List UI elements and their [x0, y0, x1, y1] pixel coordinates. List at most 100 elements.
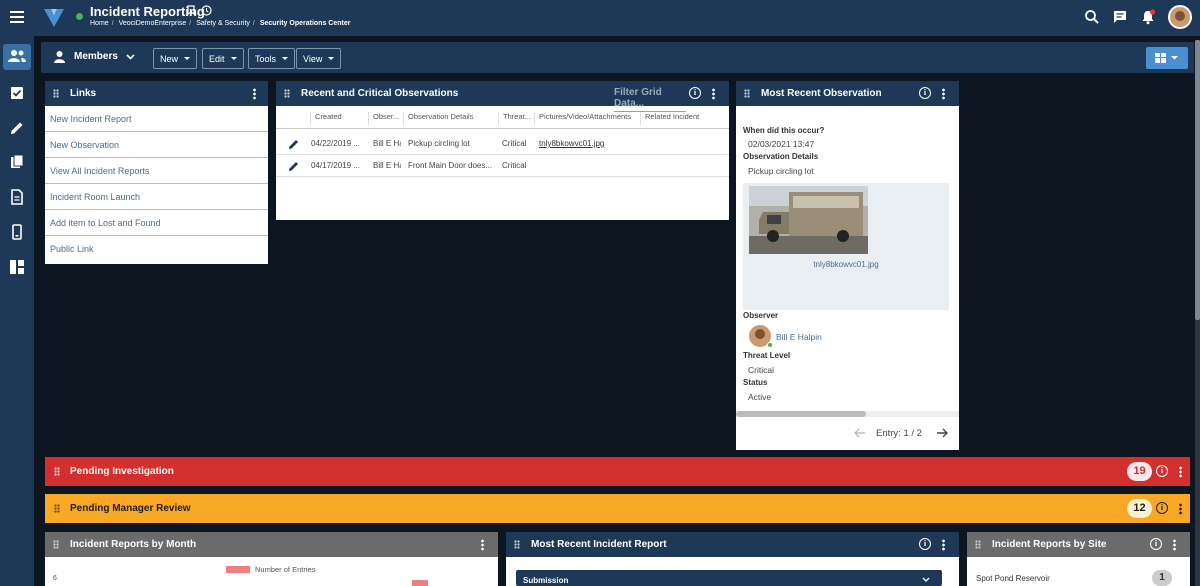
- edit-pencil-icon[interactable]: [288, 138, 300, 150]
- more-vert-icon[interactable]: [481, 539, 484, 551]
- submission-section-header[interactable]: Submission: [516, 570, 942, 586]
- table-row[interactable]: 04/17/2019 ... Bill E Ha Front Main Door…: [276, 155, 729, 177]
- layout-toggle-button[interactable]: [1146, 47, 1188, 69]
- edit-pencil-icon[interactable]: [288, 160, 300, 172]
- attachment-caption[interactable]: tnly8bkowvc01.jpg: [743, 260, 949, 269]
- column-header-related[interactable]: Related Incident: [640, 112, 720, 125]
- threat-value: Critical: [748, 365, 774, 375]
- observer-name-link[interactable]: Bill E Halpin: [776, 332, 822, 342]
- chat-icon[interactable]: [1112, 9, 1128, 25]
- reports-by-month-panel: Incident Reports by Month Number of Entr…: [45, 532, 498, 586]
- caret-down-icon: [282, 57, 289, 60]
- user-avatar[interactable]: [1168, 5, 1192, 29]
- breadcrumb-home[interactable]: Home: [90, 20, 109, 27]
- breadcrumb-enterprise[interactable]: VeociDemoEnterprise: [119, 20, 187, 27]
- pending-review-count: 12: [1127, 499, 1152, 518]
- link-new-incident-report[interactable]: New Incident Report: [45, 106, 268, 132]
- table-row[interactable]: 04/22/2019 ... Bill E Ha Pickup circling…: [276, 133, 729, 155]
- reports-by-site-panel: Incident Reports by Site i Spot Pond Res…: [967, 532, 1190, 586]
- column-header-details[interactable]: Observation Details: [403, 112, 499, 125]
- arrow-right-icon[interactable]: [936, 428, 948, 438]
- column-header-created[interactable]: Created: [310, 112, 370, 125]
- more-vert-icon[interactable]: [942, 539, 945, 551]
- threat-label: Threat Level: [743, 351, 791, 360]
- documents-icon[interactable]: [8, 153, 26, 171]
- online-dot: [767, 342, 773, 348]
- info-icon[interactable]: i: [689, 87, 701, 99]
- link-view-all-incident-reports[interactable]: View All Incident Reports: [45, 158, 268, 184]
- info-icon[interactable]: i: [919, 87, 931, 99]
- column-header-threat[interactable]: Threat...: [498, 112, 534, 125]
- drag-handle-icon[interactable]: [53, 89, 59, 98]
- page-scrollbar-thumb[interactable]: [1195, 40, 1200, 320]
- more-vert-icon[interactable]: [942, 88, 945, 100]
- tools-menu-button[interactable]: Tools: [248, 48, 296, 69]
- form-icon[interactable]: [8, 188, 26, 206]
- scrollbar-thumb[interactable]: [736, 411, 866, 417]
- submission-label: Submission: [523, 576, 569, 585]
- bookmark-icon[interactable]: [187, 5, 195, 16]
- arrow-left-icon[interactable]: [854, 428, 866, 438]
- links-panel: Links New Incident Report New Observatio…: [45, 81, 268, 264]
- column-header-observer[interactable]: Obser...: [368, 112, 402, 125]
- drag-handle-icon[interactable]: [54, 467, 60, 476]
- more-vert-icon[interactable]: [712, 88, 715, 100]
- horizontal-scrollbar[interactable]: [736, 411, 959, 417]
- drag-handle-icon[interactable]: [514, 540, 520, 549]
- drag-handle-icon[interactable]: [975, 540, 981, 549]
- recent-observation-title: Most Recent Observation: [761, 88, 882, 99]
- members-dropdown[interactable]: Members: [53, 50, 135, 63]
- recent-incident-panel: Most Recent Incident Report i Submission: [506, 532, 959, 586]
- breadcrumb-safety[interactable]: Safety & Security: [196, 20, 250, 27]
- mobile-icon[interactable]: [8, 223, 26, 241]
- view-menu-button[interactable]: View: [296, 48, 342, 69]
- edit-icon[interactable]: [8, 119, 26, 137]
- page-scrollbar[interactable]: [1195, 40, 1200, 586]
- pending-review-strip[interactable]: Pending Manager Review 12 i: [45, 494, 1190, 523]
- more-vert-icon[interactable]: [1173, 539, 1176, 551]
- legend-swatch: [226, 566, 250, 573]
- recent-observation-header: Most Recent Observation i: [736, 81, 959, 106]
- pending-review-title: Pending Manager Review: [70, 503, 191, 514]
- breadcrumb-current: Security Operations Center: [259, 20, 351, 27]
- link-incident-room-launch[interactable]: Incident Room Launch: [45, 184, 268, 210]
- tasks-icon[interactable]: [8, 84, 26, 102]
- hamburger-menu-icon[interactable]: [10, 11, 24, 23]
- more-vert-icon[interactable]: [1179, 466, 1182, 478]
- caret-down-icon: [184, 57, 191, 60]
- cell-threat: Critical: [502, 161, 527, 170]
- info-icon[interactable]: i: [919, 538, 931, 550]
- site-name[interactable]: Spot Pond Reservoir: [976, 574, 1050, 583]
- info-icon[interactable]: i: [1156, 465, 1168, 477]
- bell-icon[interactable]: [1140, 9, 1156, 25]
- tools-label: Tools: [255, 53, 277, 64]
- status-dot: [76, 13, 83, 20]
- new-menu-button[interactable]: New: [153, 48, 198, 69]
- edit-menu-button[interactable]: Edit: [202, 48, 244, 69]
- more-vert-icon[interactable]: [253, 88, 256, 100]
- observations-panel-title: Recent and Critical Observations: [301, 88, 459, 99]
- pending-investigation-strip[interactable]: Pending Investigation 19 i: [45, 457, 1190, 486]
- link-new-observation[interactable]: New Observation: [45, 132, 268, 158]
- link-add-lost-found[interactable]: Add item to Lost and Found: [45, 210, 268, 236]
- link-public-link[interactable]: Public Link: [45, 236, 268, 262]
- info-icon[interactable]: i: [1150, 538, 1162, 550]
- dashboard-icon[interactable]: [8, 258, 26, 276]
- drag-handle-icon[interactable]: [284, 89, 290, 98]
- drag-handle-icon[interactable]: [744, 89, 750, 98]
- entry-counter: Entry: 1 / 2: [876, 428, 922, 439]
- info-icon[interactable]: i: [1156, 502, 1168, 514]
- drag-handle-icon[interactable]: [54, 504, 60, 513]
- reports-by-month-header: Incident Reports by Month: [45, 532, 498, 557]
- clock-icon[interactable]: [201, 5, 212, 16]
- person-icon: [54, 51, 65, 63]
- more-vert-icon[interactable]: [1179, 503, 1182, 515]
- cell-attachment-link[interactable]: tnly8bkowvc01.jpg: [539, 139, 635, 148]
- column-header-attachments[interactable]: Pictures/Video/Attachments: [534, 112, 640, 125]
- drag-handle-icon[interactable]: [53, 540, 59, 549]
- truck-photo[interactable]: [749, 186, 868, 254]
- members-nav-icon[interactable]: [3, 44, 31, 70]
- cell-threat: Critical: [502, 139, 527, 148]
- cell-observer: Bill E Ha: [373, 161, 401, 170]
- search-icon[interactable]: [1084, 9, 1100, 25]
